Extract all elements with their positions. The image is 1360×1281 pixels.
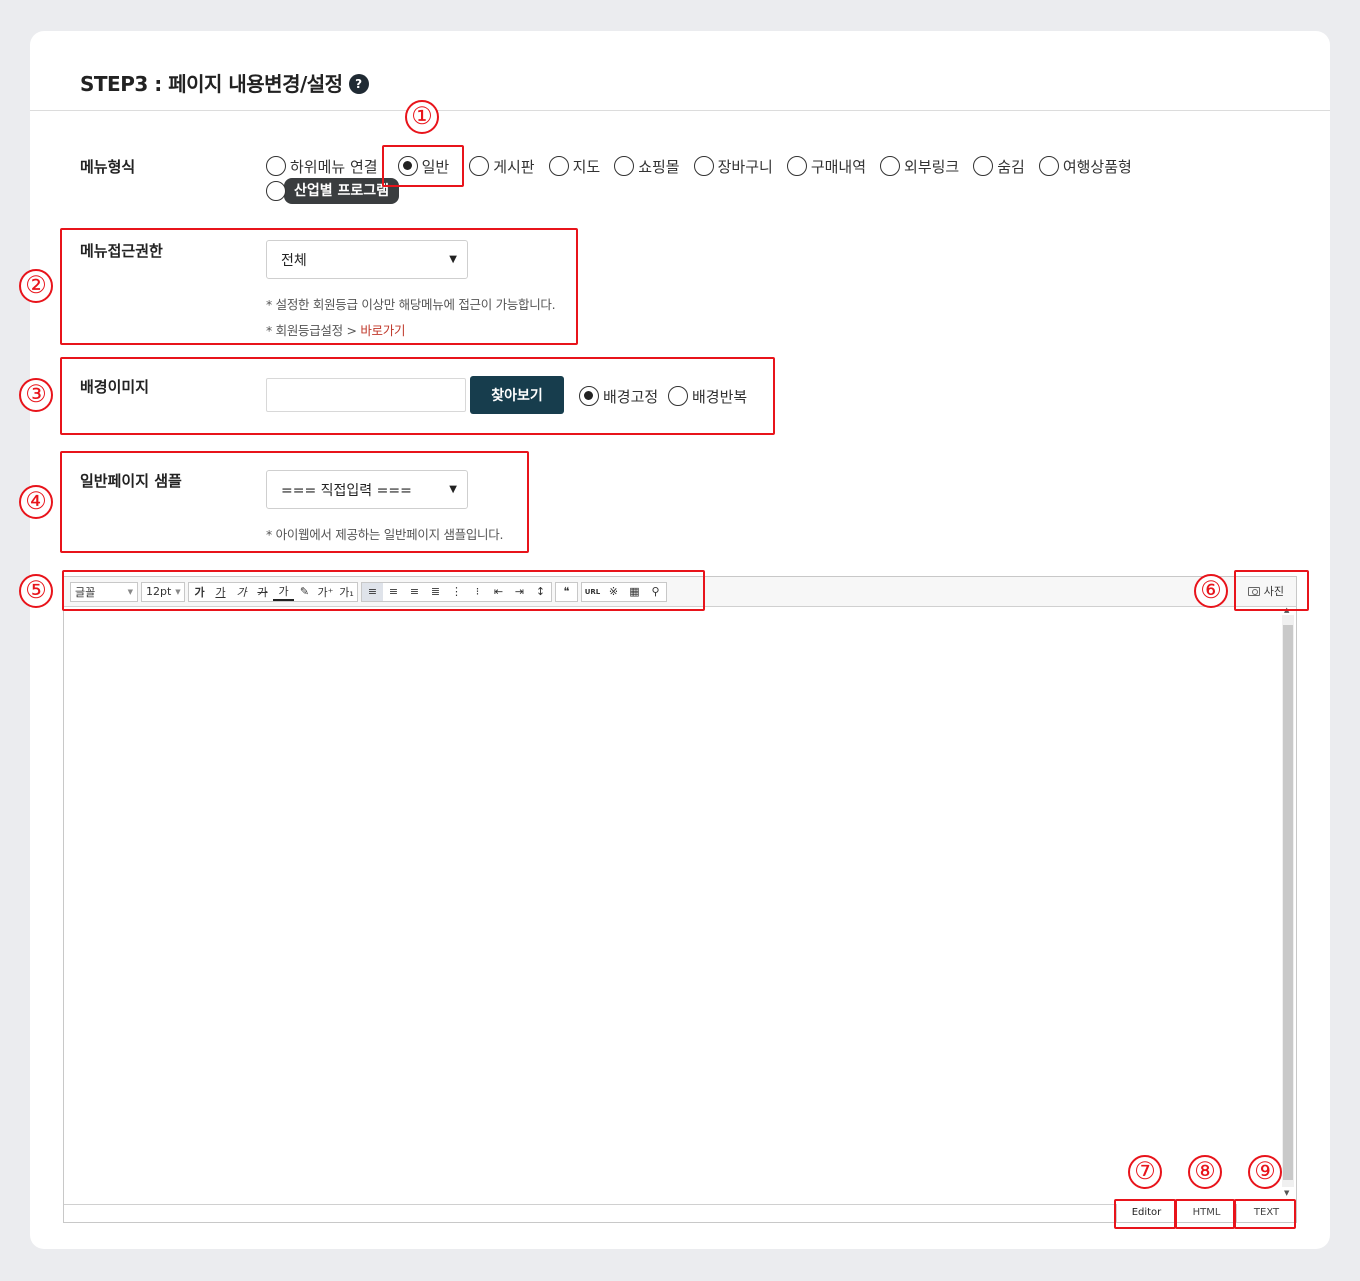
radio-hidden[interactable]: 숨김	[973, 154, 1025, 178]
annotation-number-6: ⑥	[1194, 574, 1228, 608]
annotation-box-5	[62, 570, 705, 611]
annotation-box-6	[1234, 570, 1309, 611]
annotation-number-2: ②	[19, 269, 53, 303]
annotation-number-7: ⑦	[1128, 1155, 1162, 1189]
radio-cart[interactable]: 장바구니	[693, 154, 773, 178]
annotation-number-9: ⑨	[1248, 1155, 1282, 1189]
radio-circle-icon	[786, 156, 807, 176]
radio-circle-icon	[1038, 156, 1059, 176]
help-icon[interactable]: ?	[348, 73, 369, 94]
radio-travel-product[interactable]: 여행상품형	[1038, 154, 1132, 178]
scroll-down-icon[interactable]: ▼	[1284, 1189, 1289, 1197]
page-title: STEP3 : 페이지 내용변경/설정	[80, 71, 343, 96]
content-editor[interactable]: 글꼴 ▼ 12pt ▼ 가 가 가 가 가 ✎ 가⁺ 가₁ ≡ ≡ ≡ ≣ ⋮ ⁝ …	[63, 576, 1297, 1223]
radio-circle-icon	[266, 181, 286, 201]
annotation-box-7	[1114, 1199, 1176, 1229]
annotation-box-3	[60, 357, 775, 435]
radio-board[interactable]: 게시판	[469, 154, 535, 178]
radio-shop[interactable]: 쇼핑몰	[614, 154, 680, 178]
radio-circle-icon	[693, 156, 714, 176]
radio-circle-icon	[973, 156, 994, 176]
annotation-number-5: ⑤	[19, 574, 53, 608]
radio-circle-icon	[266, 156, 286, 176]
annotation-box-8	[1175, 1199, 1235, 1229]
annotation-box-4	[60, 451, 529, 553]
radio-circle-icon	[880, 156, 901, 176]
annotation-number-4: ④	[19, 485, 53, 519]
radio-submenu-link[interactable]: 하위메뉴 연결	[266, 154, 378, 178]
annotation-box-9	[1234, 1199, 1296, 1229]
radio-circle-icon	[614, 156, 635, 176]
radio-industry-program[interactable]: 산업별 프로그램	[266, 178, 400, 204]
annotation-number-3: ③	[19, 378, 53, 412]
annotation-number-8: ⑧	[1188, 1155, 1222, 1189]
radio-order-history[interactable]: 구매내역	[786, 154, 866, 178]
annotation-number-1: ①	[405, 100, 439, 134]
radio-circle-icon	[469, 156, 490, 176]
radio-circle-icon	[548, 156, 569, 176]
radio-map[interactable]: 지도	[548, 154, 600, 178]
annotation-box-1	[382, 145, 464, 187]
scroll-thumb[interactable]	[1283, 625, 1293, 1180]
editor-footer-divider	[64, 1204, 1296, 1205]
menu-type-label: 메뉴형식	[80, 158, 136, 176]
radio-external-link[interactable]: 외부링크	[880, 154, 959, 178]
annotation-box-2	[60, 228, 578, 345]
editor-scrollbar[interactable]: ▲ ▼	[1282, 606, 1294, 1197]
card-header: STEP3 : 페이지 내용변경/설정 ?	[30, 31, 1330, 111]
